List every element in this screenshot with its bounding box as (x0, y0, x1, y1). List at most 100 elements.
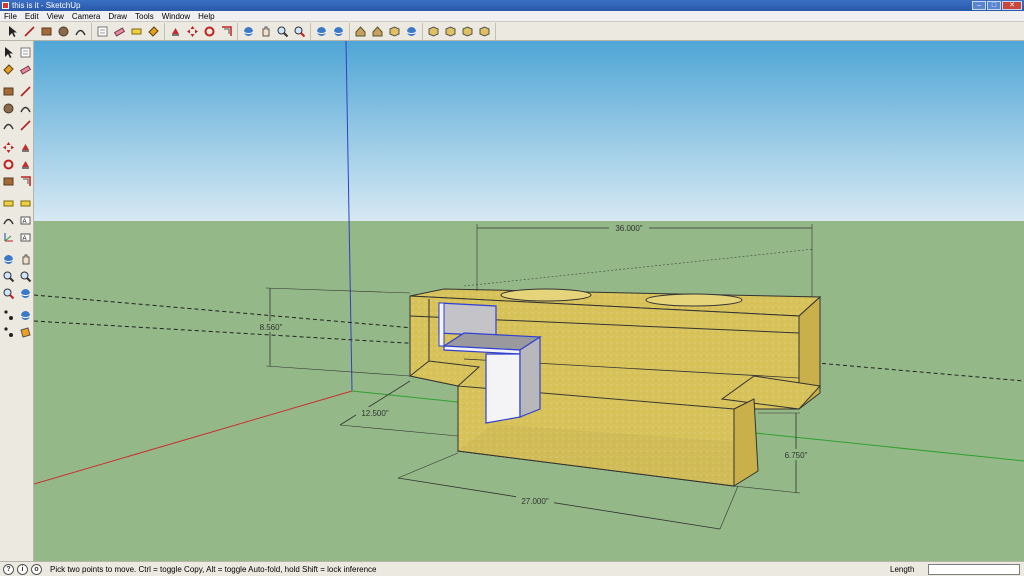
eraser-tool-button[interactable] (112, 24, 127, 39)
line-tool-button[interactable] (17, 84, 33, 100)
dimension-label-6750: 6.750" (785, 451, 808, 460)
circle-tool-icon (58, 26, 69, 36)
front-view-button[interactable] (443, 24, 458, 39)
maximize-button[interactable]: □ (987, 1, 1001, 10)
offset-tool-button[interactable] (17, 174, 33, 190)
close-button[interactable]: ✕ (1002, 1, 1022, 10)
model-scene[interactable]: 36.000" 8.560" 12.500" 27.000" 6.750" (34, 41, 1024, 561)
orbit-tool-icon (3, 255, 13, 264)
push-pull-tool-button[interactable] (17, 140, 33, 156)
walk-tool-icon (3, 327, 13, 337)
right-lower-side (733, 398, 759, 487)
menu-file[interactable]: File (0, 11, 21, 21)
zoom-extents-tool-icon (3, 288, 14, 300)
zoom-window-tool-button[interactable] (17, 269, 33, 285)
tool-row (0, 307, 33, 324)
section-plane-tool-button[interactable] (17, 325, 33, 341)
line-tool-button[interactable] (22, 24, 37, 39)
right-view-button[interactable] (460, 24, 475, 39)
geo-location-icon[interactable]: o (31, 563, 42, 575)
3d-text-tool-button[interactable]: A (17, 230, 33, 246)
menu-help[interactable]: Help (194, 11, 218, 21)
move-tool-button[interactable] (0, 140, 16, 156)
top-view-button[interactable] (426, 24, 441, 39)
selected-part-side[interactable] (485, 353, 521, 424)
move-tool-button[interactable] (185, 24, 200, 39)
look-around-tool-icon (20, 311, 30, 320)
circle-tool-button[interactable] (0, 101, 16, 117)
dimension-label-12500: 12.500" (361, 409, 388, 418)
dimension-tool-button[interactable] (17, 196, 33, 212)
walk-tool-button[interactable] (0, 325, 16, 341)
measurements-input[interactable] (928, 564, 1020, 575)
menu-edit[interactable]: Edit (21, 11, 43, 21)
push-pull-tool-button[interactable] (168, 24, 183, 39)
previous-view-button[interactable] (314, 24, 329, 39)
window-controls: – □ ✕ (972, 1, 1022, 10)
selected-part-back[interactable] (438, 302, 497, 337)
zoom-tool-button[interactable] (0, 269, 16, 285)
freehand-tool-button[interactable] (17, 118, 33, 134)
protractor-tool-button[interactable] (0, 213, 16, 229)
pan-tool-button[interactable] (17, 252, 33, 268)
help-icon[interactable]: ? (3, 563, 14, 575)
orbit-tool-icon (243, 26, 254, 36)
scale-tool-button[interactable] (0, 174, 16, 190)
tape-measure-tool-button[interactable] (0, 196, 16, 212)
pan-tool-button[interactable] (258, 24, 273, 39)
next-view-icon (333, 26, 344, 36)
iso-view-button[interactable] (477, 24, 492, 39)
drawing-viewport[interactable]: 36.000" 8.560" 12.500" 27.000" 6.750" (34, 41, 1024, 561)
zoom-extents-tool-button[interactable] (0, 286, 16, 302)
minimize-button[interactable]: – (972, 1, 986, 10)
info-icon[interactable]: i (17, 563, 28, 575)
follow-me-tool-button[interactable] (17, 157, 33, 173)
next-view-button[interactable] (331, 24, 346, 39)
position-camera-tool-button[interactable] (0, 308, 16, 324)
get-photo-texture-button[interactable] (404, 24, 419, 39)
polygon-tool-button[interactable] (0, 118, 16, 134)
select-tool-button[interactable] (5, 24, 20, 39)
menu-view[interactable]: View (43, 11, 68, 21)
paint-bucket-tool-button[interactable] (146, 24, 161, 39)
menu-camera[interactable]: Camera (68, 11, 104, 21)
look-around-tool-button[interactable] (17, 308, 33, 324)
svg-text:A: A (22, 219, 26, 225)
menu-tools[interactable]: Tools (131, 11, 158, 21)
rectangle-tool-button[interactable] (39, 24, 54, 39)
arc-tool-icon (19, 106, 31, 113)
select-tool-button[interactable] (0, 45, 16, 61)
share-component-button[interactable] (387, 24, 402, 39)
axes-tool-button[interactable] (0, 230, 16, 246)
menu-window[interactable]: Window (158, 11, 194, 21)
make-component-tool-button[interactable] (95, 24, 110, 39)
zoom-tool-button[interactable] (275, 24, 290, 39)
previous-view-button[interactable] (17, 286, 33, 302)
menu-draw[interactable]: Draw (104, 11, 131, 21)
large-tool-set: AA (0, 41, 34, 561)
main-toolbar (0, 22, 1024, 41)
rotate-tool-button[interactable] (202, 24, 217, 39)
tape-measure-tool-button[interactable] (129, 24, 144, 39)
arc-tool-button[interactable] (73, 24, 88, 39)
rectangle-tool-button[interactable] (0, 84, 16, 100)
eraser-tool-button[interactable] (17, 62, 33, 78)
make-component-tool-button[interactable] (17, 45, 33, 61)
circle-tool-button[interactable] (56, 24, 71, 39)
text-tool-button[interactable]: A (17, 213, 33, 229)
line-tool-icon (19, 86, 31, 97)
paint-bucket-tool-button[interactable] (0, 62, 16, 78)
tool-row (0, 61, 33, 78)
offset-tool-button[interactable] (219, 24, 234, 39)
freehand-tool-icon (19, 120, 31, 131)
orbit-tool-button[interactable] (0, 252, 16, 268)
zoom-extents-tool-button[interactable] (292, 24, 307, 39)
tool-row (0, 285, 33, 302)
selected-part-right[interactable] (519, 335, 541, 418)
share-model-button[interactable] (370, 24, 385, 39)
rotate-tool-button[interactable] (0, 157, 16, 173)
selected-part-upright[interactable] (438, 302, 445, 347)
orbit-tool-button[interactable] (241, 24, 256, 39)
arc-tool-button[interactable] (17, 101, 33, 117)
get-models-button[interactable] (353, 24, 368, 39)
